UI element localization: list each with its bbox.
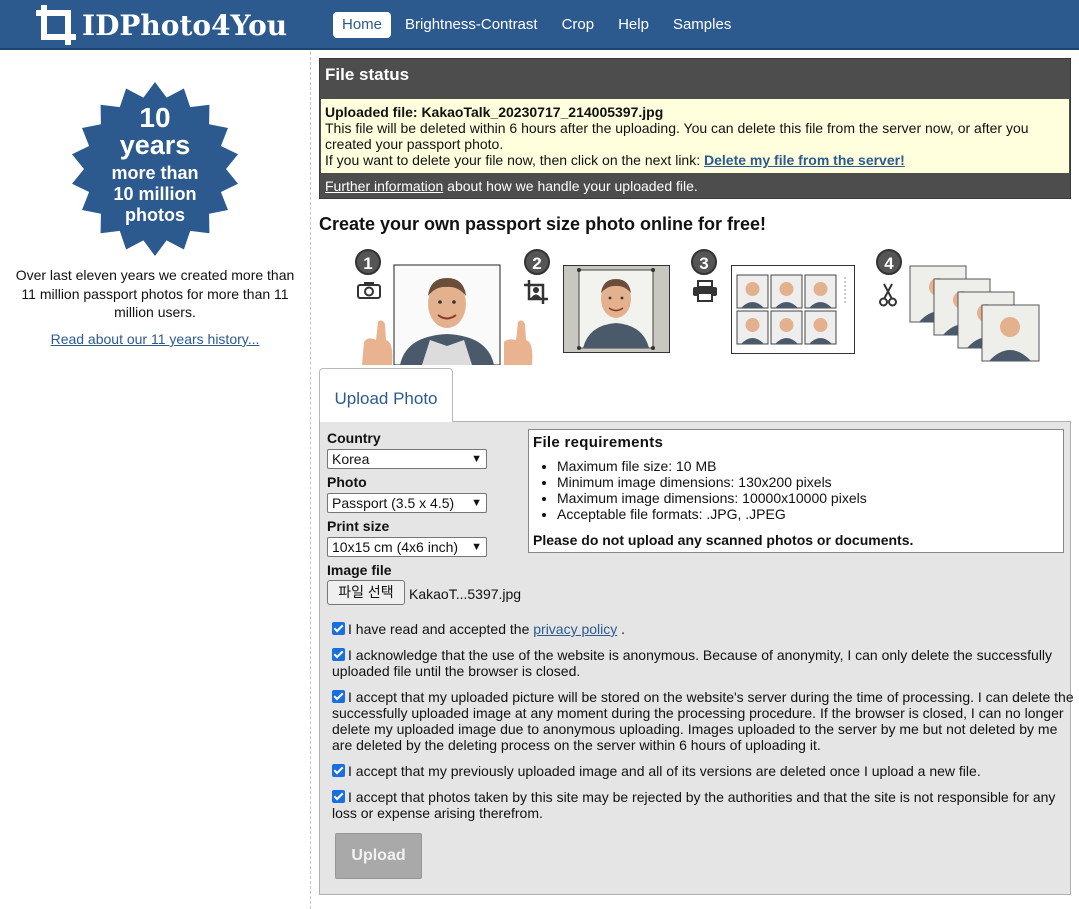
file-status-box: File status Uploaded file: KakaoTalk_202… [319,58,1071,199]
years-history-link[interactable]: Read about our 11 years history... [8,331,302,347]
delete-prompt: If you want to delete your file now, the… [325,152,1065,168]
requirements-list: Maximum file size: 10 MB Minimum image d… [539,458,867,522]
print-size-select-value: 10x15 cm (4x6 inch) [332,539,459,555]
country-select[interactable]: Korea ▼ [327,449,487,469]
scanned-photos-warning: Please do not upload any scanned photos … [533,532,914,548]
print-size-select[interactable]: 10x15 cm (4x6 inch) ▼ [327,537,487,557]
choose-file-button[interactable]: 파일 선택 [327,580,405,605]
consent-delete-previous: I accept that my previously uploaded ima… [332,763,1077,779]
left-sidebar: 10 years more than 10 million photos Ove… [0,52,311,909]
consent-privacy-text: I have read and accepted the [348,621,534,637]
consent-rejection-text: I accept that photos taken by this site … [332,789,1056,821]
upload-panel: Country Korea ▼ Photo Passport (3.5 x 4.… [319,421,1074,895]
scissors-icon [879,283,897,307]
consent-storage-checkbox[interactable] [332,690,345,703]
top-navbar: IDPhoto4You Home Brightness-Contrast Cro… [0,0,1079,50]
upload-button[interactable]: Upload [335,833,422,879]
further-info-text: about how we handle your uploaded file. [443,178,698,194]
nav-samples[interactable]: Samples [661,12,743,38]
consent-privacy-end: . [617,621,626,637]
country-label: Country [327,430,381,446]
photo-select[interactable]: Passport (3.5 x 4.5) ▼ [327,493,487,513]
privacy-policy-link[interactable]: privacy policy [533,621,617,637]
cut-photo-stack [909,265,1040,362]
consent-anonymity: I acknowledge that the use of the websit… [332,647,1077,679]
consent-rejection: I accept that photos taken by this site … [332,789,1077,821]
consent-rejection-checkbox[interactable] [332,790,345,803]
consent-storage-text: I accept that my uploaded picture will b… [332,689,1074,753]
badge-line4: 10 million [113,184,196,204]
nav-help[interactable]: Help [606,12,661,38]
deletion-notice: This file will be deleted within 6 hours… [325,120,1029,152]
step-4-cut-photos [909,265,1040,362]
selected-filename: KakaoT...5397.jpg [409,586,522,602]
file-requirements-title: File requirements [533,434,664,451]
requirement-item: Minimum image dimensions: 130x200 pixels [557,474,867,490]
page-headline: Create your own passport size photo onli… [319,214,767,234]
step-4-number: 4 [876,249,902,275]
tab-upload-photo-label: Upload Photo [334,389,438,408]
file-status-notice: Uploaded file: KakaoTalk_20230717_214005… [321,99,1069,173]
badge-line1: 10 [139,102,170,133]
chevron-down-icon: ▼ [471,453,482,465]
ten-years-badge: 10 years more than 10 million photos [72,82,238,256]
consent-anonymity-checkbox[interactable] [332,648,345,661]
main-nav: Home Brightness-Contrast Crop Help Sampl… [333,12,743,38]
sidebar-text: Over last eleven years we created more t… [15,267,295,320]
delete-prompt-text: If you want to delete your file now, the… [325,152,704,168]
file-requirements-box: File requirements Maximum file size: 10 … [528,429,1064,553]
step-2-crop-photo [563,265,670,353]
country-select-value: Korea [332,451,370,467]
image-file-label: Image file [327,562,392,578]
file-status-title: File status [325,65,410,84]
step-3-print-sheet [731,265,855,354]
crop-logo-icon [36,5,76,45]
consent-delete-previous-checkbox[interactable] [332,764,345,777]
further-information-link[interactable]: Further information [325,178,443,194]
chevron-down-icon: ▼ [471,497,482,509]
nav-brightness-contrast[interactable]: Brightness-Contrast [393,12,550,38]
badge-line3: more than [111,163,198,183]
tab-upload-photo[interactable]: Upload Photo [319,368,453,422]
delete-file-link[interactable]: Delete my file from the server! [704,152,905,168]
consent-delete-previous-text: I accept that my previously uploaded ima… [348,763,981,779]
step-1-person-photo [362,264,533,365]
badge-line2: years [120,130,191,160]
requirement-item: Maximum image dimensions: 10000x10000 pi… [557,490,867,506]
consent-privacy-checkbox[interactable] [332,622,345,635]
chevron-down-icon: ▼ [471,541,482,553]
consent-anonymity-text: I acknowledge that the use of the websit… [332,647,1053,679]
photo-select-value: Passport (3.5 x 4.5) [332,495,455,511]
consent-storage: I accept that my uploaded picture will b… [332,689,1077,753]
step-3-number: 3 [691,249,717,275]
requirement-item: Maximum file size: 10 MB [557,458,867,474]
logo-text: IDPhoto4You [82,8,288,42]
badge-line5: photos [125,205,185,225]
photo-label: Photo [327,474,367,490]
further-info: Further information about how we handle … [325,178,698,194]
site-logo[interactable]: IDPhoto4You [34,3,287,47]
nav-crop[interactable]: Crop [550,12,607,38]
nav-home[interactable]: Home [333,12,392,38]
printer-icon [693,280,717,302]
print-size-label: Print size [327,518,390,534]
uploaded-file-label: Uploaded file: KakaoTalk_20230717_214005… [325,104,664,120]
consent-privacy: I have read and accepted the privacy pol… [332,621,1077,637]
requirement-item: Acceptable file formats: .JPG, .JPEG [557,506,867,522]
